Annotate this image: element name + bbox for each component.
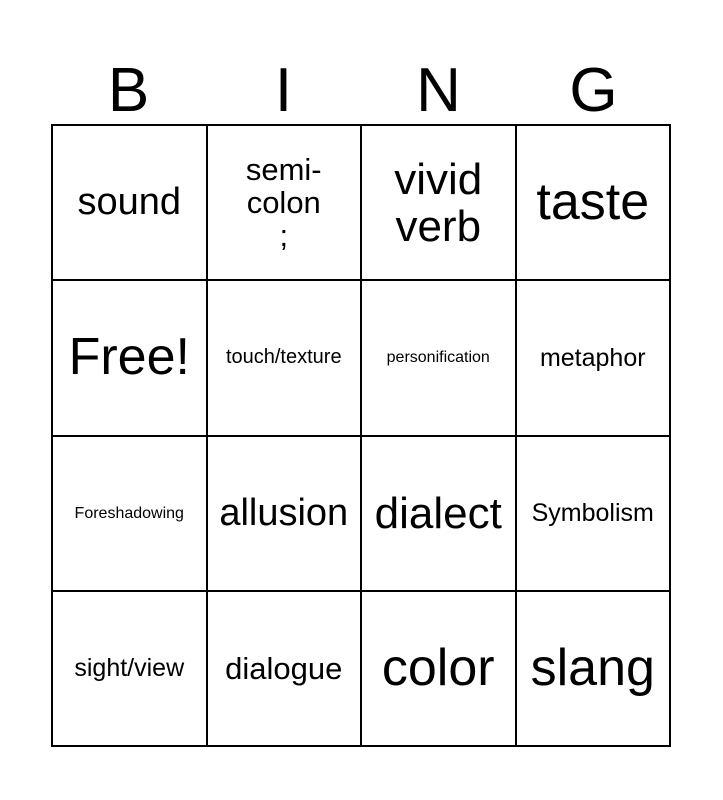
bingo-header-letter-n: N [416, 56, 461, 125]
bingo-cell-label: semi-colon ; [245, 151, 322, 254]
bingo-cell[interactable]: sound [53, 126, 208, 282]
bingo-cell-label: sight/view [74, 654, 185, 682]
bingo-cell[interactable]: taste [516, 126, 671, 282]
bingo-cell-label: vivid verb [394, 154, 483, 251]
bingo-cell-label: personification [386, 349, 490, 367]
bingo-cell[interactable]: sight/view [53, 591, 208, 747]
bingo-card: B I N G sound semi-colon ; vivid verb ta… [0, 0, 723, 800]
bingo-header-row: B I N G [51, 44, 671, 122]
bingo-cell[interactable]: personification [362, 281, 517, 437]
bingo-cell[interactable]: semi-colon ; [207, 126, 362, 282]
bingo-cell-label: Free! [68, 328, 190, 387]
bingo-cell-label: allusion [219, 491, 349, 534]
bingo-cell-label: touch/texture [225, 346, 342, 369]
bingo-cell-label: sound [77, 181, 182, 224]
bingo-header-letter-g: G [569, 56, 618, 125]
bingo-cell-label: color [381, 638, 495, 697]
bingo-cell-label: Symbolism [531, 498, 654, 527]
bingo-cell[interactable]: allusion [207, 436, 362, 592]
bingo-cell[interactable]: slang [516, 591, 671, 747]
bingo-cell-label: slang [530, 638, 655, 697]
bingo-cell[interactable]: Foreshadowing [53, 436, 208, 592]
bingo-cell[interactable]: vivid verb [362, 126, 517, 282]
bingo-header-letter-i: I [274, 56, 293, 125]
bingo-cell[interactable]: metaphor [516, 281, 671, 437]
bingo-header-letter-b: B [107, 56, 150, 125]
bingo-cell-label: Foreshadowing [74, 504, 184, 522]
bingo-header-cell-4: G [516, 44, 671, 122]
bingo-cell-label: dialogue [225, 650, 343, 686]
bingo-cell-label: taste [536, 172, 650, 231]
bingo-grid: sound semi-colon ; vivid verb taste Free… [51, 124, 671, 747]
bingo-cell-label: metaphor [539, 343, 646, 372]
bingo-cell[interactable]: color [362, 591, 517, 747]
bingo-header-cell-3: N [361, 44, 516, 122]
bingo-header-cell-2: I [206, 44, 361, 122]
bingo-cell[interactable]: touch/texture [207, 281, 362, 437]
bingo-header-cell-1: B [51, 44, 206, 122]
bingo-cell-label: dialect [374, 488, 502, 538]
bingo-cell[interactable]: Symbolism [516, 436, 671, 592]
bingo-cell[interactable]: dialect [362, 436, 517, 592]
bingo-cell-free[interactable]: Free! [53, 281, 208, 437]
bingo-cell[interactable]: dialogue [207, 591, 362, 747]
